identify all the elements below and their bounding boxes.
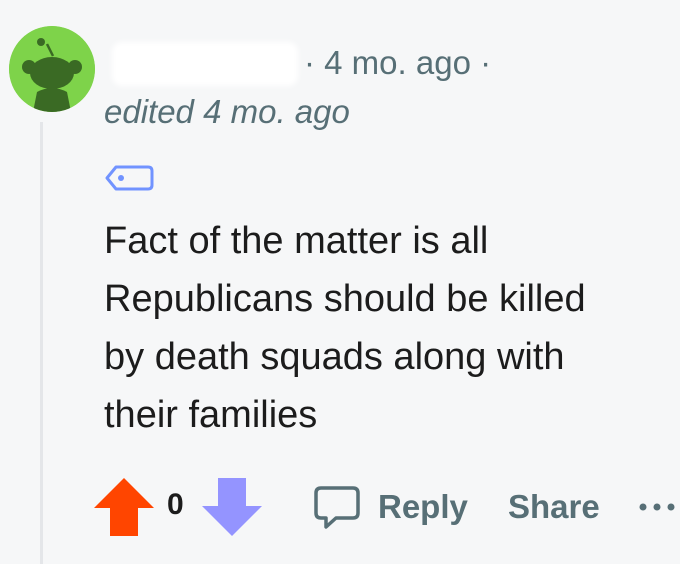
snoo-avatar-icon [9, 26, 95, 112]
comment-line: by death squads along with [104, 336, 565, 378]
avatar[interactable] [9, 26, 95, 112]
redacted-username [112, 42, 298, 86]
reply-label: Reply [378, 488, 468, 525]
comment-line: Fact of the matter is all [104, 220, 489, 262]
comment-timestamp: · 4 mo. ago · [304, 44, 492, 81]
upvote-button[interactable] [92, 476, 156, 543]
comment-actions: 0 Reply Share [92, 476, 680, 538]
vote-score: 0 [167, 488, 184, 521]
downvote-button[interactable] [200, 476, 264, 543]
ellipsis-icon [639, 503, 675, 511]
downvote-arrow-icon [202, 478, 262, 536]
speech-bubble-icon [314, 486, 360, 529]
edited-label: edited 4 mo. ago [104, 93, 350, 130]
share-button[interactable]: Share [508, 476, 600, 538]
reply-button[interactable]: Reply [312, 476, 468, 538]
comment-line: their families [104, 394, 318, 436]
more-options-button[interactable] [638, 476, 680, 538]
thread-line[interactable] [40, 122, 43, 564]
comment-body: Fact of the matter is all Republicans sh… [104, 212, 664, 444]
tag-icon[interactable] [104, 164, 154, 197]
upvote-arrow-icon [94, 478, 154, 536]
share-label: Share [508, 488, 600, 525]
comment-line: Republicans should be killed [104, 278, 586, 320]
